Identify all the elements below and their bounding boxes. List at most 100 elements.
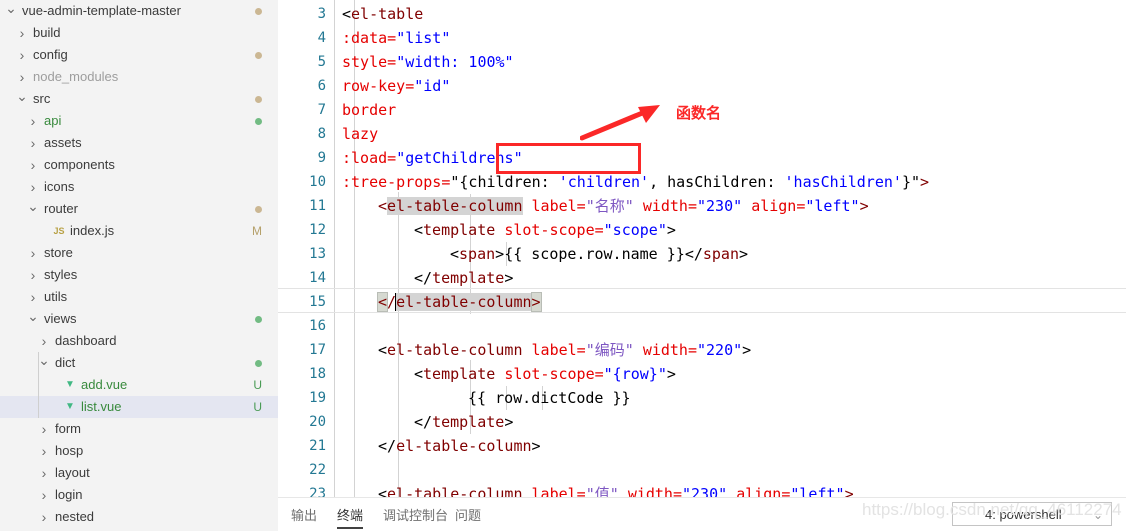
tree-item-styles[interactable]: › styles [0,264,278,286]
tok-val-width100: "width: 100%" [396,53,514,71]
tree-item-label: login [55,487,83,502]
tree-item-list-vue[interactable]: ·▼ list.vue U [0,396,278,418]
tree-item-nested[interactable]: › nested [0,506,278,528]
git-status-badge: U [253,378,262,392]
file-tree[interactable]: ⌄ vue-admin-template-master › build › config ›… [0,0,278,528]
chevron-right-icon[interactable]: › [15,66,29,88]
chevron-right-icon[interactable]: › [37,440,51,462]
chevron-down-icon[interactable]: ⌄ [15,88,29,104]
code-line-9[interactable]: :load="getChildrens" [342,146,523,170]
tok-lt-11: < [378,197,388,215]
tok-tag-column-17: el-table-column [387,341,523,359]
chevron-right-icon[interactable]: › [37,418,51,440]
tree-item-label: styles [44,267,78,282]
code-line-13[interactable]: <span>{{ scope.row.name }}</span> [450,242,748,266]
code-line-3[interactable]: <el-table [342,2,423,26]
tree-item-config[interactable]: › config [0,44,278,66]
chevron-down-icon[interactable]: ⌄ [4,0,18,16]
tree-item-label: src [33,91,51,106]
chevron-down-icon[interactable]: ⌄ [26,198,40,214]
chevron-right-icon[interactable]: › [26,242,40,264]
tree-item-router[interactable]: ⌄ router [0,198,278,220]
code-line-15[interactable]: </el-table-column> [376,290,542,314]
panel-tab-3[interactable]: 问题 [455,505,481,524]
code-line-4[interactable]: :data="list" [342,26,450,50]
tok-tag-column-open: el-table-column [387,197,523,215]
line-number-17: 17 [309,342,326,358]
code-line-6[interactable]: row-key="id" [342,74,450,98]
tree-item-login[interactable]: › login [0,484,278,506]
tree-item-views[interactable]: ⌄ views [0,308,278,330]
tree-item-store[interactable]: › store [0,242,278,264]
tree-item-api[interactable]: › api [0,110,278,132]
tree-item-vue-admin-template-master[interactable]: ⌄ vue-admin-template-master [0,0,278,22]
tok-fn-name: getChildrens [405,149,514,167]
code-line-5[interactable]: style="width: 100%" [342,50,514,74]
chevron-right-icon[interactable]: › [26,132,40,154]
terminal-selector-dropdown[interactable]: 4: powershell ⌄ [952,502,1112,526]
chevron-right-icon[interactable]: › [26,286,40,308]
tok-val-id: "id" [414,77,451,95]
tok-tag-template-12: template [423,221,496,239]
tree-item-dashboard[interactable]: › dashboard [0,330,278,352]
code-line-23[interactable]: <el-table-column label="值" width="230" a… [378,482,854,497]
tok-tag-span-close: span [702,245,739,263]
tree-item-dict[interactable]: ⌄ dict [0,352,278,374]
tree-item-form[interactable]: › form [0,418,278,440]
tok-lt: < [342,5,352,23]
tree-spacer: · [48,396,62,418]
chevron-down-icon[interactable]: ⌄ [37,352,51,368]
chevron-right-icon[interactable]: › [37,462,51,484]
code-line-19[interactable]: {{ row.dictCode }} [468,386,631,410]
chevron-right-icon[interactable]: › [26,110,40,132]
tree-item-src[interactable]: ⌄ src [0,88,278,110]
line-number-12: 12 [309,222,326,238]
tree-item-index-js[interactable]: ·JS index.js M [0,220,278,242]
tree-item-assets[interactable]: › assets [0,132,278,154]
code-line-12[interactable]: <template slot-scope="scope"> [414,218,676,242]
file-explorer-sidebar[interactable]: ⌄ vue-admin-template-master › build › config ›… [0,0,278,531]
line-number-22: 22 [309,462,326,478]
code-editor[interactable]: 3 4 5 6 7 8 9 10 11 12 13 14 15 16 17 18 19 20 21 22 23 <el-… [278,0,1126,497]
code-line-20[interactable]: </template> [414,410,513,434]
code-line-17[interactable]: <el-table-column label="编码" width="220"> [378,338,751,362]
chevron-right-icon[interactable]: › [37,506,51,528]
chevron-right-icon[interactable]: › [26,154,40,176]
code-line-18[interactable]: <template slot-scope="{row}"> [414,362,676,386]
code-line-14[interactable]: </template> [414,266,513,290]
tree-item-add-vue[interactable]: ·▼ add.vue U [0,374,278,396]
code-line-10[interactable]: :tree-props="{children: 'children', hasC… [342,170,929,194]
chevron-right-icon[interactable]: › [26,264,40,286]
chevron-right-icon[interactable]: › [15,22,29,44]
tree-item-icons[interactable]: › icons [0,176,278,198]
chevron-right-icon[interactable]: › [15,44,29,66]
panel-tab-0[interactable]: 输出 [291,505,317,524]
tok-str-children: 'children' [558,173,650,191]
tree-item-node-modules[interactable]: › node_modules [0,66,278,88]
tree-item-build[interactable]: › build [0,22,278,44]
tok-gt-20: > [504,413,514,431]
tok-lt-12: < [414,221,424,239]
tok-tag-el-table: el-table [351,5,424,23]
tok-tag-column-23: el-table-column [387,485,523,497]
chevron-right-icon[interactable]: › [26,176,40,198]
code-line-21[interactable]: </el-table-column> [378,434,541,458]
tree-item-hosp[interactable]: › hosp [0,440,278,462]
tree-item-components[interactable]: › components [0,154,278,176]
code-line-11[interactable]: <el-table-column label="名称" width="230" … [378,194,869,218]
tok-val-getchildrens: "getChildrens" [396,149,522,167]
chevron-right-icon[interactable]: › [37,484,51,506]
code-line-8[interactable]: lazy [342,122,378,146]
bottom-panel[interactable]: 输出 终端 调试控制台 问题 4: powershell ⌄ [278,497,1126,531]
tree-item-label: components [44,157,115,172]
tree-item-layout[interactable]: › layout [0,462,278,484]
panel-tab-2[interactable]: 调试控制台 [383,505,448,524]
chevron-right-icon[interactable]: › [37,330,51,352]
line-number-21: 21 [309,438,326,454]
panel-tab-1[interactable]: 终端 [337,505,364,529]
tree-item-label: assets [44,135,82,150]
tok-gt-14: > [504,269,514,287]
code-line-7[interactable]: border [342,98,396,122]
tree-item-utils[interactable]: › utils [0,286,278,308]
chevron-down-icon[interactable]: ⌄ [26,308,40,324]
